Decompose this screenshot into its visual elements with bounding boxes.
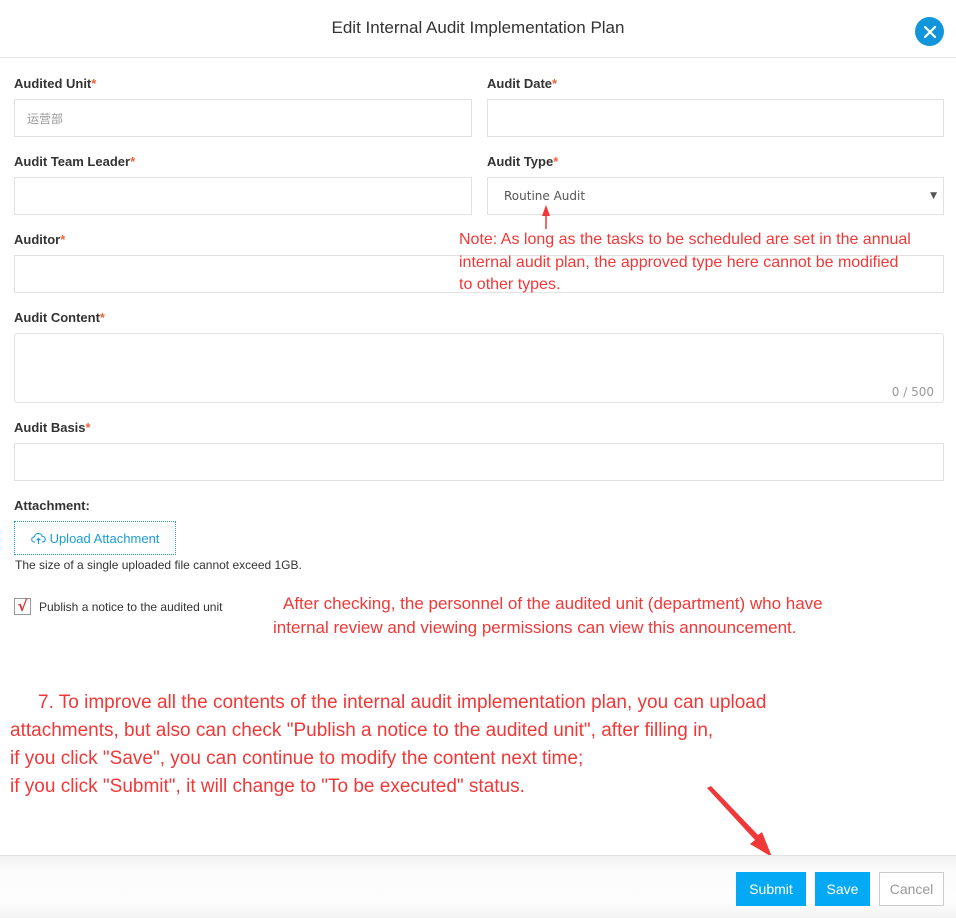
required-mark: *: [99, 310, 105, 325]
required-mark: *: [85, 420, 91, 435]
required-mark: *: [552, 76, 558, 91]
publish-notice-label[interactable]: Publish a notice to the audited unit: [39, 600, 222, 614]
auditor-label-text: Auditor: [14, 232, 61, 247]
annotation-line: internal review and viewing permissions …: [273, 618, 797, 637]
audited-unit-value: 运营部: [27, 111, 64, 126]
required-mark: *: [130, 154, 136, 169]
audit-type-label-text: Audit Type: [487, 154, 554, 169]
audit-content-label: Audit Content*: [14, 310, 105, 325]
annotation-line: internal audit plan, the approved type h…: [459, 253, 899, 271]
audit-team-leader-label-text: Audit Team Leader: [14, 154, 131, 169]
save-button[interactable]: Save: [815, 872, 870, 906]
close-button[interactable]: [915, 17, 944, 46]
character-counter: 0 / 500: [891, 385, 934, 399]
audit-content-textarea[interactable]: 0 / 500: [14, 333, 944, 403]
audit-date-input[interactable]: [487, 99, 944, 137]
audit-type-selected: Routine Audit: [504, 189, 586, 203]
required-mark: *: [553, 154, 559, 169]
dialog-title: Edit Internal Audit Implementation Plan: [331, 18, 625, 37]
audit-team-leader-input[interactable]: [14, 177, 472, 215]
audited-unit-label: Audited Unit*: [14, 76, 96, 91]
audit-basis-input[interactable]: [14, 443, 944, 481]
audit-content-label-text: Audit Content: [14, 310, 100, 325]
chevron-down-icon: ▼: [930, 191, 937, 201]
required-mark: *: [60, 232, 66, 247]
close-icon: [923, 25, 936, 38]
upload-attachment-label: Upload Attachment: [49, 530, 160, 546]
annotation-line: if you click "Save", you can continue to…: [10, 748, 584, 769]
annotation-line: After checking, the personnel of the aud…: [283, 594, 823, 613]
publish-notice-checkbox[interactable]: √: [14, 598, 31, 615]
cloud-upload-icon: [30, 532, 46, 544]
required-mark: *: [91, 76, 97, 91]
auditor-label: Auditor*: [14, 232, 65, 247]
annotation-line: Note: As long as the tasks to be schedul…: [459, 231, 911, 248]
publish-notice-annotation: After checking, the personnel of the aud…: [273, 592, 953, 640]
audited-unit-label-text: Audited Unit: [14, 76, 92, 91]
audit-basis-label: Audit Basis*: [14, 420, 91, 435]
instruction-annotation: 7. To improve all the contents of the in…: [10, 689, 910, 801]
dialog-footer: [0, 855, 956, 918]
cancel-button[interactable]: Cancel: [879, 872, 944, 906]
upload-attachment-button[interactable]: Upload Attachment: [14, 521, 176, 555]
audit-type-select[interactable]: Routine Audit ▼: [487, 177, 944, 215]
audit-type-label: Audit Type*: [487, 154, 558, 169]
annotation-line: attachments, but also can check "Publish…: [10, 720, 714, 741]
annotation-line: 7. To improve all the contents of the in…: [38, 692, 767, 713]
attachment-label: Attachment:: [14, 498, 90, 513]
upload-size-hint: The size of a single uploaded file canno…: [15, 558, 302, 572]
submit-button[interactable]: Submit: [736, 872, 806, 906]
audit-date-label: Audit Date*: [487, 76, 557, 91]
annotation-line: if you click "Submit", it will change to…: [10, 776, 525, 797]
audited-unit-input[interactable]: 运营部: [14, 99, 472, 137]
audit-team-leader-label: Audit Team Leader*: [14, 154, 135, 169]
audit-basis-label-text: Audit Basis: [14, 420, 86, 435]
dialog-header: Edit Internal Audit Implementation Plan: [0, 0, 956, 58]
audit-date-label-text: Audit Date: [487, 76, 552, 91]
annotation-line: to other types.: [459, 276, 561, 293]
audit-type-annotation: Note: As long as the tasks to be schedul…: [459, 229, 956, 297]
